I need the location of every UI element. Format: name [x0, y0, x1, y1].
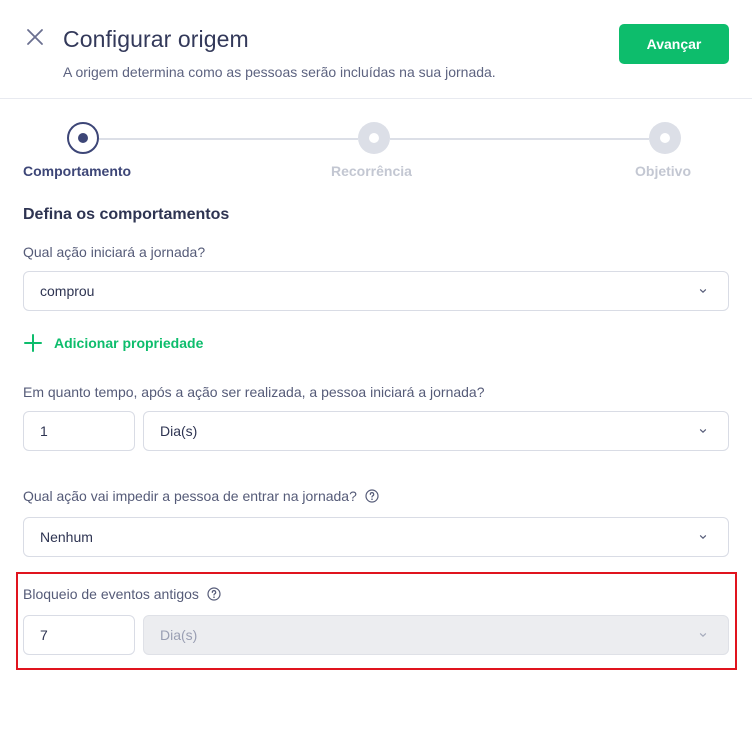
add-property-button[interactable]: Adicionar propriedade: [24, 332, 203, 354]
step-3-indicator[interactable]: [649, 122, 681, 154]
block-action-select[interactable]: Nenhum: [23, 517, 729, 557]
step-2-indicator[interactable]: [358, 122, 390, 154]
advance-button[interactable]: Avançar: [619, 24, 729, 64]
close-button[interactable]: [24, 26, 46, 48]
step-3-label[interactable]: Objetivo: [635, 163, 691, 179]
modal-header: Configurar origem A origem determina com…: [0, 0, 752, 99]
delay-unit-select[interactable]: Dia(s): [143, 411, 729, 451]
section-title: Defina os comportamentos: [23, 206, 230, 223]
stepper-line: [390, 138, 649, 140]
close-icon[interactable]: [24, 26, 46, 48]
block-action-value: Nenhum: [40, 529, 93, 545]
start-action-label: Qual ação iniciará a jornada?: [23, 244, 206, 260]
chevron-down-icon: [699, 535, 707, 540]
block-action-label: Qual ação vai impedir a pessoa de entrar…: [23, 488, 357, 504]
delay-amount-input[interactable]: 1: [23, 411, 135, 451]
old-events-unit-select: Dia(s): [143, 615, 729, 655]
start-action-select[interactable]: comprou: [23, 271, 729, 311]
old-events-label: Bloqueio de eventos antigos: [23, 586, 199, 602]
chevron-down-icon: [699, 633, 707, 638]
old-events-unit-value: Dia(s): [160, 627, 198, 643]
help-circle-icon[interactable]: [365, 489, 379, 503]
old-events-amount-input[interactable]: 7: [23, 615, 135, 655]
delay-label: Em quanto tempo, após a ação ser realiza…: [23, 384, 485, 400]
start-action-value: comprou: [40, 283, 95, 299]
old-events-label-row: Bloqueio de eventos antigos: [23, 586, 221, 602]
old-events-amount-value: 7: [40, 627, 48, 643]
add-property-label: Adicionar propriedade: [54, 335, 204, 351]
plus-icon: [24, 334, 42, 352]
delay-amount-value: 1: [40, 423, 48, 439]
delay-unit-value: Dia(s): [160, 423, 198, 439]
help-circle-icon[interactable]: [207, 587, 221, 601]
chevron-down-icon: [699, 429, 707, 434]
step-1-label[interactable]: Comportamento: [23, 163, 131, 179]
page-subtitle: A origem determina como as pessoas serão…: [63, 64, 496, 80]
step-2-label[interactable]: Recorrência: [331, 163, 412, 179]
page-title: Configurar origem: [63, 26, 249, 52]
block-action-label-row: Qual ação vai impedir a pessoa de entrar…: [23, 488, 379, 504]
stepper-line: [99, 138, 358, 140]
chevron-down-icon: [699, 289, 707, 294]
step-1-indicator[interactable]: [67, 122, 99, 154]
